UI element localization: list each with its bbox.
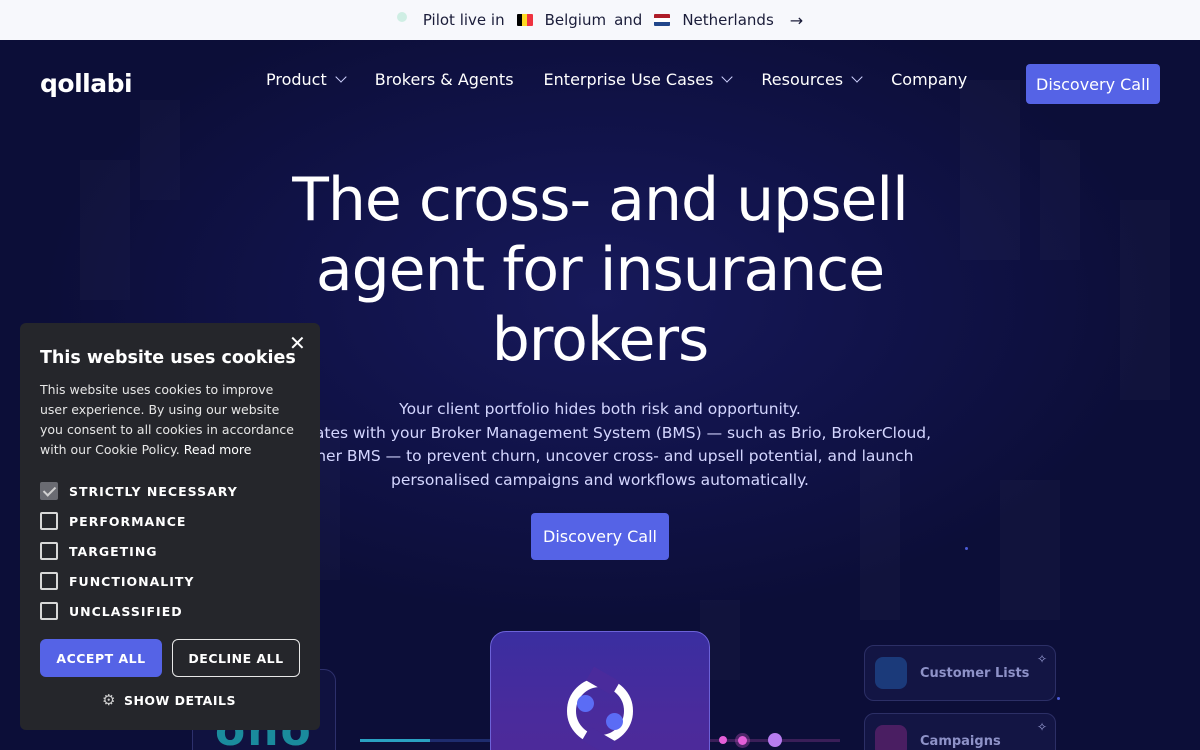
- gear-icon: ⚙: [102, 691, 116, 709]
- announcement-country-1: Belgium: [544, 11, 607, 29]
- hero-headline: The cross- and upsell agent for insuranc…: [292, 165, 909, 375]
- cookie-option-label: TARGETING: [69, 543, 158, 559]
- target-icon: [875, 725, 907, 750]
- main-nav: qollabi Product Brokers & Agents Enterpr…: [0, 40, 1200, 128]
- nav-links: Product Brokers & Agents Enterprise Use …: [266, 70, 967, 89]
- feature-card-label: Campaigns: [920, 734, 1001, 749]
- nav-item-resources[interactable]: Resources: [761, 70, 863, 89]
- show-details-button[interactable]: ⚙ SHOW DETAILS: [102, 691, 236, 709]
- cookie-consent-dialog: ✕ This website uses cookies This website…: [20, 323, 320, 730]
- cookie-option-performance[interactable]: PERFORMANCE: [40, 512, 186, 530]
- subcopy-line: Your client portfolio hides both risk an…: [399, 400, 801, 418]
- cookie-option-functionality[interactable]: FUNCTIONALITY: [40, 572, 194, 590]
- hero-subcopy: Your client portfolio hides both risk an…: [250, 398, 950, 492]
- read-more-link[interactable]: Read more: [184, 442, 252, 457]
- emblem-dot: [577, 695, 594, 712]
- checkbox[interactable]: [40, 482, 58, 500]
- cookie-description: This website uses cookies to improve use…: [40, 380, 302, 460]
- cookie-option-label: UNCLASSIFIED: [69, 603, 183, 619]
- decor-dot: [1057, 697, 1060, 700]
- chevron-down-icon: [335, 71, 347, 83]
- nav-item-brokers-agents[interactable]: Brokers & Agents: [375, 70, 514, 89]
- nav-item-enterprise-use-cases[interactable]: Enterprise Use Cases: [543, 70, 734, 89]
- belgium-flag-icon: [516, 14, 533, 26]
- status-dot-icon: [396, 12, 407, 22]
- subcopy-line: personalised campaigns and workflows aut…: [391, 470, 809, 489]
- announcement-prefix: Pilot live in: [422, 11, 505, 29]
- qollabi-emblem-icon: [567, 678, 633, 744]
- connector-line-left: [360, 739, 490, 742]
- checkbox[interactable]: [40, 572, 58, 590]
- connector-dot: [719, 736, 727, 744]
- cookie-title: This website uses cookies: [40, 348, 296, 368]
- nav-item-company[interactable]: Company: [891, 70, 967, 89]
- sparkle-icon: ✧: [1036, 720, 1047, 734]
- nav-discovery-call-button[interactable]: Discovery Call: [1026, 64, 1160, 104]
- subcopy-line: integrates with your Broker Management S…: [268, 423, 932, 442]
- logo[interactable]: qollabi: [40, 69, 133, 98]
- feature-card-campaigns: Campaigns ✧: [864, 713, 1056, 750]
- show-details-label: SHOW DETAILS: [123, 692, 236, 708]
- announcement-bar[interactable]: Pilot live in Belgium and Netherlands →: [0, 0, 1200, 40]
- cookie-option-label: FUNCTIONALITY: [69, 573, 195, 589]
- announcement-country-2: Netherlands: [682, 11, 774, 29]
- feature-card-label: Customer Lists: [920, 666, 1030, 681]
- sparkle-icon: ✧: [1036, 652, 1047, 666]
- cookie-option-targeting[interactable]: TARGETING: [40, 542, 158, 560]
- cookie-option-strictly-necessary[interactable]: STRICTLY NECESSARY: [40, 482, 238, 500]
- emblem-dot: [606, 713, 623, 730]
- nav-item-label: Brokers & Agents: [374, 70, 514, 89]
- connector-dot: [738, 736, 747, 745]
- feature-card-customer-lists: Customer Lists ✧: [864, 645, 1056, 701]
- checkbox[interactable]: [40, 602, 58, 620]
- cookie-option-label: STRICTLY NECESSARY: [69, 483, 238, 499]
- subcopy-line: y other BMS — to prevent churn, uncover …: [286, 447, 914, 465]
- nav-item-label: Resources: [761, 70, 844, 89]
- announcement-joiner: and: [614, 11, 643, 29]
- connector-dot: [768, 733, 782, 747]
- nav-item-label: Enterprise Use Cases: [543, 70, 714, 89]
- chevron-down-icon: [721, 71, 734, 83]
- cookie-option-unclassified[interactable]: UNCLASSIFIED: [40, 602, 183, 620]
- accept-all-button[interactable]: ACCEPT ALL: [40, 639, 162, 677]
- hero-discovery-call-button[interactable]: Discovery Call: [531, 513, 669, 560]
- nav-item-label: Company: [891, 70, 968, 89]
- checkbox[interactable]: [40, 542, 58, 560]
- chevron-down-icon: [851, 71, 863, 83]
- list-icon: [875, 657, 907, 689]
- cookie-description-text: This website uses cookies to improve use…: [40, 382, 294, 457]
- nav-item-product[interactable]: Product: [266, 70, 347, 89]
- arrow-right-icon: →: [789, 10, 804, 30]
- checkbox[interactable]: [40, 512, 58, 530]
- nav-item-label: Product: [266, 70, 327, 89]
- decline-all-button[interactable]: DECLINE ALL: [172, 639, 300, 677]
- cookie-option-label: PERFORMANCE: [69, 513, 187, 529]
- decor-dot: [965, 547, 968, 550]
- netherlands-flag-icon: [654, 14, 671, 26]
